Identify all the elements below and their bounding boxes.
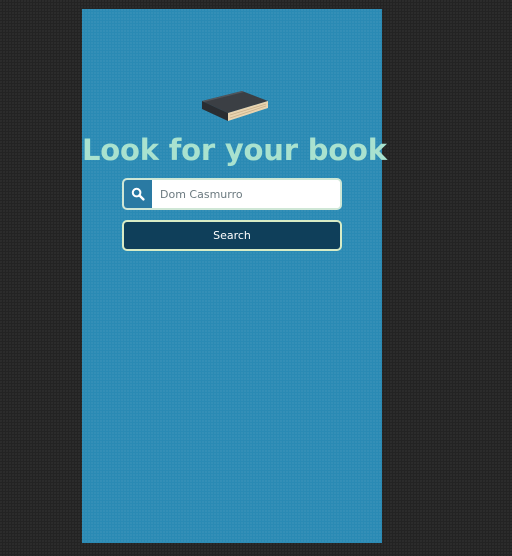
book-icon <box>196 83 270 127</box>
search-input[interactable] <box>152 180 340 208</box>
search-icon <box>124 180 152 208</box>
search-button[interactable]: Search <box>122 220 342 251</box>
page-title: Look for your book <box>82 133 387 167</box>
app-screen: Look for your book Search <box>82 9 387 543</box>
search-field[interactable] <box>122 178 342 210</box>
